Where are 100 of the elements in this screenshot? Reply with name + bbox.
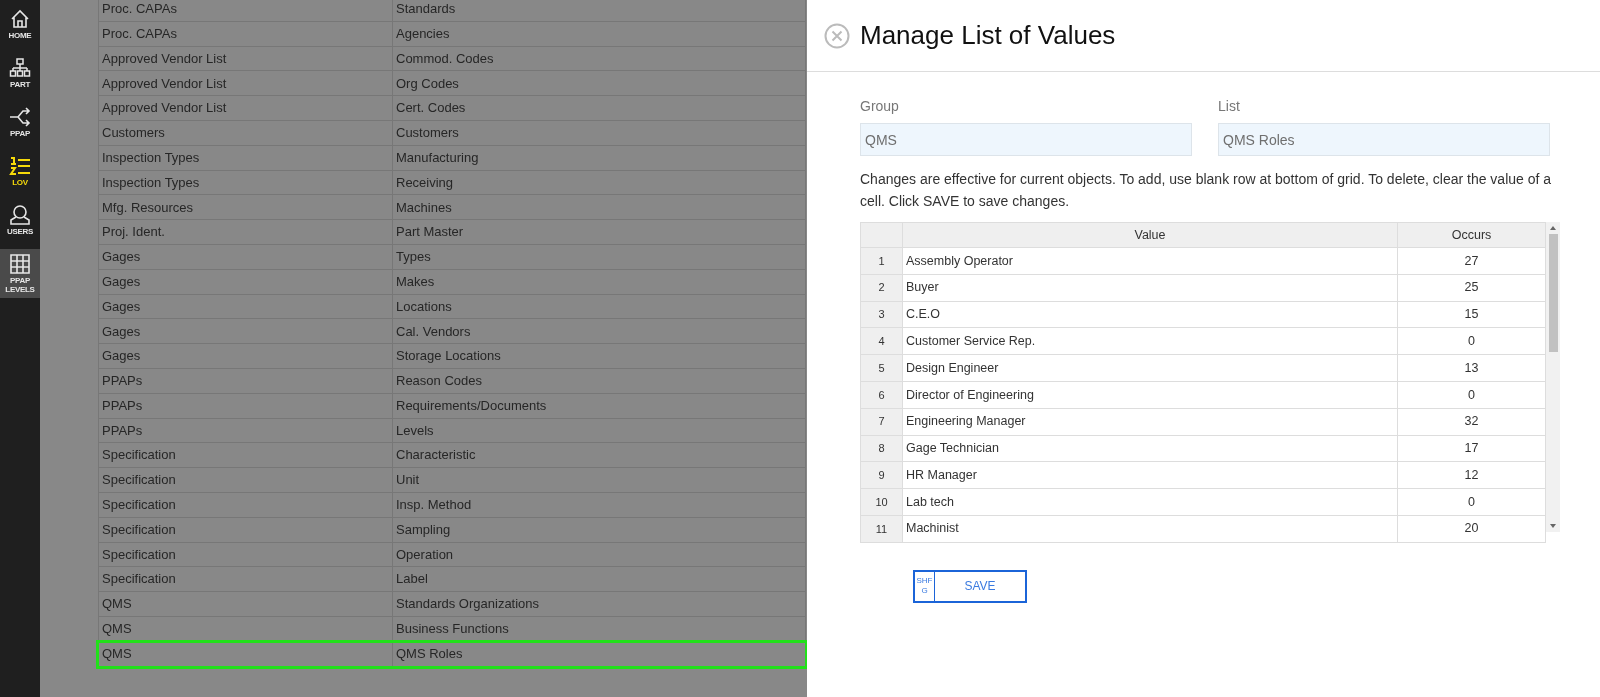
table-cell: C.E.O [902,301,1398,328]
list-row[interactable]: Inspection Types Receiving [98,170,806,196]
table-cell: Unit [393,468,806,492]
table-cell: Proj. Ident. [98,220,393,244]
list-row[interactable]: PPAPs Levels [98,418,806,444]
table-cell: Storage Locations [393,344,806,368]
table-cell: Proc. CAPAs [98,0,393,21]
table-cell: QMS [98,641,393,666]
table-cell: QMS [98,592,393,616]
list-row[interactable]: Inspection Types Manufacturing [98,145,806,171]
row-number: 6 [860,381,903,409]
list-row[interactable]: Proc. CAPAs Agencies [98,21,806,47]
list-row[interactable]: Specification Label [98,567,806,593]
table-cell: Gages [98,269,393,294]
table-cell: Specification [98,492,393,517]
scrollbar-thumb[interactable] [1548,234,1558,352]
table-cell: Gages [98,344,393,368]
table-cell: Cert. Codes [393,96,806,120]
table-cell: Proc. CAPAs [98,21,393,46]
table-cell: 0 [1397,327,1546,355]
table-cell: 17 [1397,435,1546,462]
list-row[interactable]: Approved Vendor List Org Codes [98,71,806,97]
nav-item[interactable]: PPAP [0,102,40,151]
nav-item[interactable]: HOME [0,4,40,53]
table-cell: Business Functions [393,616,806,641]
table-cell: 13 [1397,354,1546,382]
list-row[interactable]: Specification Unit [98,468,806,493]
org-chart-icon [9,57,31,79]
row-number: 4 [860,327,903,355]
table-cell: Approved Vendor List [98,71,393,96]
table-cell: Customers [98,121,393,145]
table-cell: Specification [98,542,393,567]
list-row[interactable]: Gages Storage Locations [98,344,806,369]
row-number: 10 [860,488,903,516]
list-row[interactable]: Customers Customers [98,121,806,146]
list-row[interactable]: QMS QMS Roles [98,641,806,667]
table-cell: Gage Technician [902,435,1398,462]
group-field[interactable]: QMS [860,123,1192,156]
nav-item[interactable]: PPAP LEVELS [0,249,40,298]
table-cell: 0 [1397,381,1546,409]
list-row[interactable]: Specification Operation [98,542,806,568]
table-cell: 12 [1397,461,1546,489]
table-cell: Assembly Operator [902,247,1398,275]
table-cell: Part Master [393,220,806,244]
list-row[interactable]: Approved Vendor List Cert. Codes [98,96,806,121]
list-row[interactable]: Specification Sampling [98,517,806,543]
table-cell: Specification [98,567,393,592]
close-icon[interactable] [824,22,850,49]
row-number: 1 [860,247,903,275]
table-cell: Receiving [393,170,806,195]
list-row[interactable]: Mfg. Resources Machines [98,195,806,221]
table-cell: PPAPs [98,393,393,418]
table-cell: Specification [98,468,393,492]
list-row[interactable]: Specification Characteristic [98,443,806,469]
list-row[interactable]: Proj. Ident. Part Master [98,220,806,245]
list-row[interactable]: PPAPs Reason Codes [98,368,806,394]
table-cell: Gages [98,294,393,319]
list-row[interactable]: Gages Makes [98,269,806,295]
nav-item[interactable]: USERS [0,200,40,249]
table-cell: Gages [98,244,393,269]
scrollbar[interactable] [1546,222,1560,532]
table-cell: Standards Organizations [393,592,806,616]
table-cell: 0 [1397,488,1546,516]
row-number: 9 [860,461,903,489]
row-number: 3 [860,301,903,328]
nav-item[interactable]: PART [0,53,40,102]
table-cell: Machines [393,195,806,220]
row-number: 7 [860,408,903,436]
table-cell: Makes [393,269,806,294]
list-row[interactable]: Gages Locations [98,294,806,320]
table-cell: Mfg. Resources [98,195,393,220]
table-cell: Sampling [393,517,806,542]
user-icon [9,204,31,226]
list-row[interactable]: QMS Standards Organizations [98,592,806,617]
list-row[interactable]: Specification Insp. Method [98,492,806,518]
save-button[interactable]: SHFG SAVE [913,569,1027,603]
table-cell: QMS [98,616,393,641]
list-row[interactable]: QMS Business Functions [98,616,806,642]
table-cell: Engineering Manager [902,408,1398,436]
table-cell: HR Manager [902,461,1398,489]
list-row[interactable]: PPAPs Requirements/Documents [98,393,806,419]
list-row[interactable]: Gages Types [98,244,806,270]
table-cell: PPAPs [98,368,393,393]
table-cell: PPAPs [98,418,393,443]
table-cell: Approved Vendor List [98,46,393,71]
table-cell: Customers [393,121,806,145]
list-field[interactable]: QMS Roles [1218,123,1550,156]
table-cell: Characteristic [393,443,806,468]
table-cell: 20 [1397,515,1546,543]
table-cell: Director of Engineering [902,381,1398,409]
field-label: List [1218,97,1241,116]
list-row[interactable]: Approved Vendor List Commod. Codes [98,46,806,72]
table-cell: Org Codes [393,71,806,96]
table-cell: Locations [393,294,806,319]
nav-item[interactable]: LOV [0,151,40,200]
grid-icon [9,253,31,275]
list-row[interactable]: Gages Cal. Vendors [98,319,806,345]
column-header: Occurs [1397,222,1546,248]
list-row[interactable]: Proc. CAPAs Standards [98,0,806,22]
panel-title: Manage List of Values [860,19,1116,52]
